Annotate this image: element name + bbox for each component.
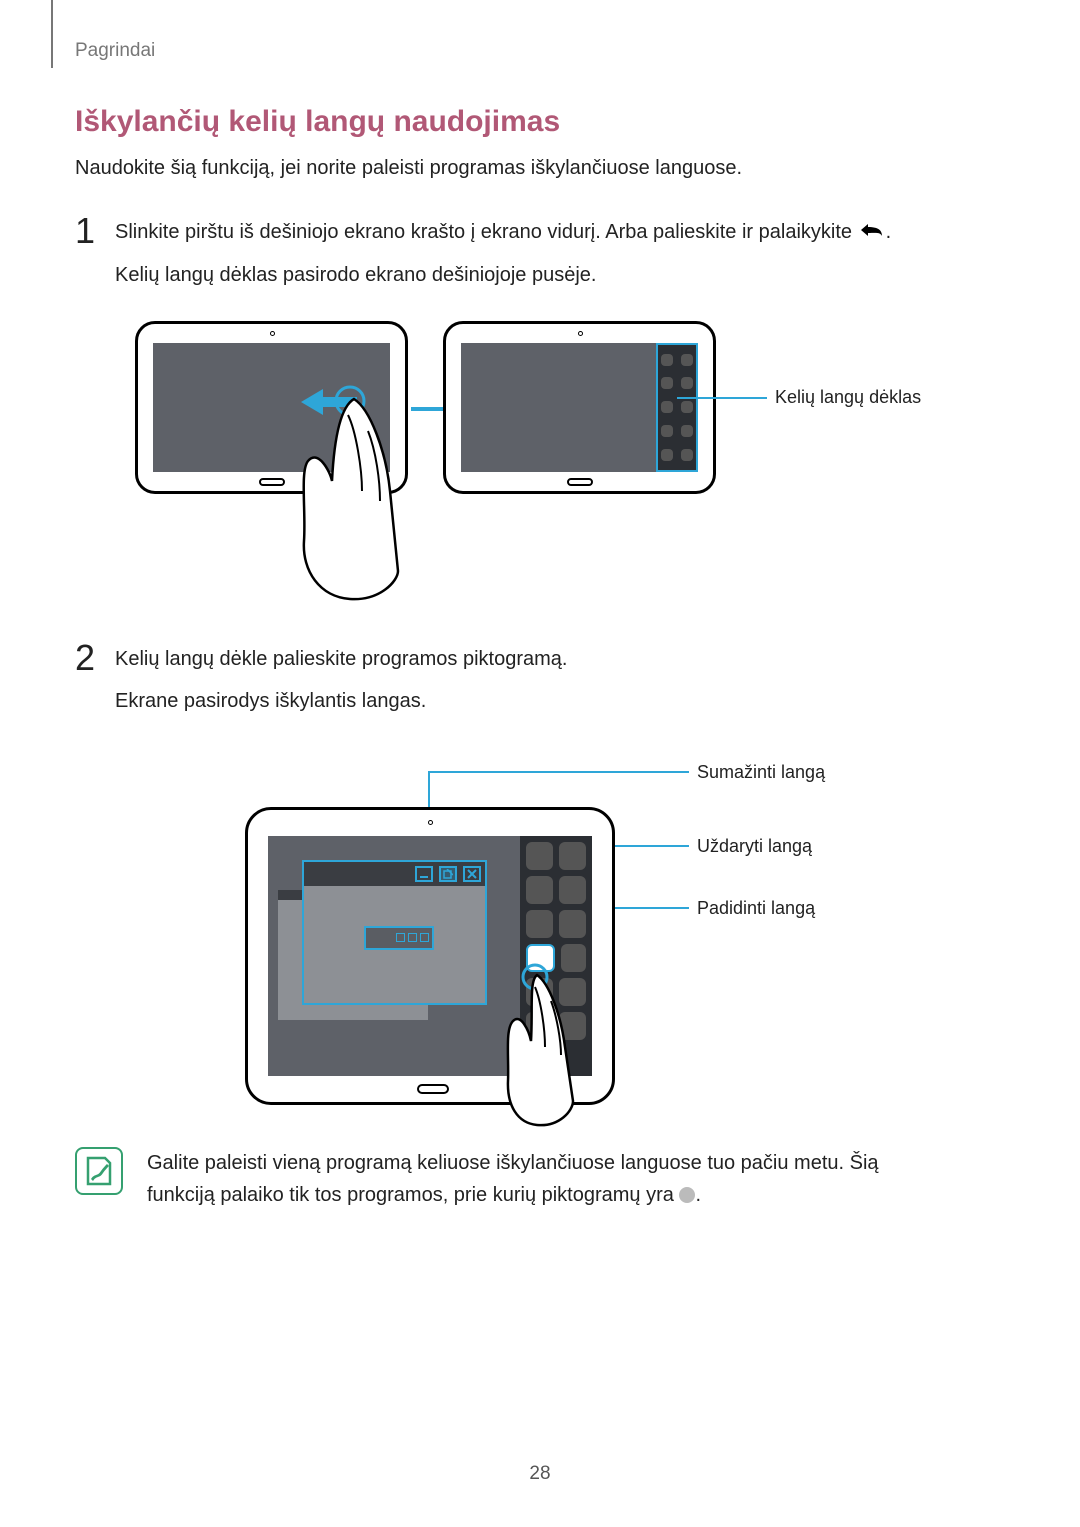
maximize-icon bbox=[439, 866, 457, 882]
step-2: 2 Kelių langų dėkle palieskite programos… bbox=[75, 639, 1005, 727]
header-section-label: Pagrindai bbox=[75, 40, 155, 62]
step-2-text-2: Ekrane pasirodys iškylantis langas. bbox=[115, 685, 1005, 717]
multi-instance-badge-icon bbox=[679, 1187, 695, 1203]
tray-label: Kelių langų dėklas bbox=[775, 387, 921, 408]
step-1-text: Slinkite pirštu iš dešiniojo ekrano kraš… bbox=[115, 216, 1005, 249]
multiwindow-tray bbox=[656, 343, 698, 472]
page-heading: Iškylančių kelių langų naudojimas bbox=[75, 105, 1005, 139]
note-icon bbox=[75, 1147, 123, 1195]
step-1: 1 Slinkite pirštu iš dešiniojo ekrano kr… bbox=[75, 212, 1005, 301]
sub-toolbar bbox=[364, 926, 434, 950]
figure-1: Kelių langų dėklas bbox=[115, 321, 1005, 611]
note-text: Galite paleisti vieną programą keliuose … bbox=[147, 1147, 879, 1211]
leader-line bbox=[677, 397, 767, 399]
step-number: 2 bbox=[75, 639, 115, 727]
leader-line bbox=[428, 771, 689, 773]
step-2-text: Kelių langų dėkle palieskite programos p… bbox=[115, 643, 1005, 675]
intro-text: Naudokite šią funkciją, jei norite palei… bbox=[75, 157, 1005, 180]
minimize-label: Sumažinti langą bbox=[697, 762, 825, 783]
tablet-right bbox=[443, 321, 716, 494]
hand-tap-icon bbox=[505, 961, 635, 1131]
popup-window-front bbox=[302, 860, 487, 1005]
minimize-icon bbox=[415, 866, 433, 882]
figure-2: Sumažinti langą Uždaryti langą Padidinti… bbox=[225, 747, 1005, 1127]
step-number: 1 bbox=[75, 212, 115, 301]
back-icon bbox=[858, 217, 886, 249]
maximize-label: Padidinti langą bbox=[697, 898, 815, 919]
margin-line bbox=[51, 0, 53, 68]
close-label: Uždaryti langą bbox=[697, 836, 812, 857]
page-number: 28 bbox=[0, 1463, 1080, 1485]
step-1-text-2: Kelių langų dėklas pasirodo ekrano dešin… bbox=[115, 259, 1005, 291]
note-box: Galite paleisti vieną programą keliuose … bbox=[75, 1147, 1005, 1211]
close-icon bbox=[463, 866, 481, 882]
